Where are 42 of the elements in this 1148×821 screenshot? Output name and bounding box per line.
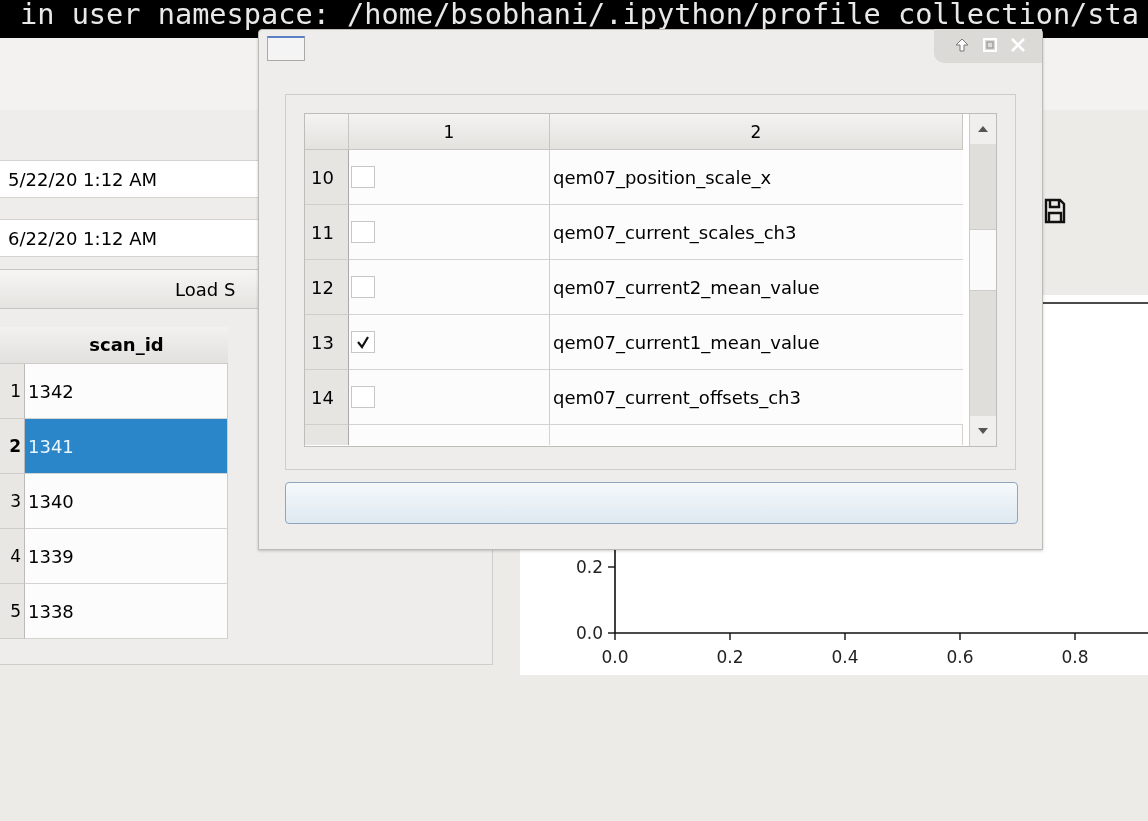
scroll-down-icon[interactable] [977, 427, 989, 435]
row-number: 2 [0, 419, 25, 474]
table-cell[interactable]: 1338 [25, 584, 228, 639]
row-number: 11 [305, 205, 349, 260]
arrow-up-icon[interactable] [954, 37, 970, 53]
row-number: 5 [0, 584, 25, 639]
checkbox[interactable] [351, 221, 375, 243]
row-number: 12 [305, 260, 349, 315]
tick-label: 0.0 [575, 623, 603, 643]
tick-label: 0.8 [1061, 647, 1089, 667]
table-cell[interactable]: 1342 [25, 364, 228, 419]
checkbox[interactable] [351, 331, 375, 353]
checkbox[interactable] [351, 386, 375, 408]
terminal-text: in user namespace: /home/bsobhani/.ipython/profile_collection/sta [20, 0, 1139, 28]
column-header[interactable]: 1 [349, 114, 550, 150]
scrollbar-thumb[interactable] [970, 229, 996, 291]
row-number: 1 [0, 364, 25, 419]
close-icon[interactable] [1010, 37, 1026, 53]
tick-label: 0.6 [946, 647, 974, 667]
scrollbar[interactable] [969, 114, 996, 446]
checkbox[interactable] [351, 166, 375, 188]
row-number: 3 [0, 474, 25, 529]
column-header[interactable]: 2 [550, 114, 963, 150]
table-cell[interactable]: 1340 [25, 474, 228, 529]
scroll-up-icon[interactable] [977, 125, 989, 133]
checkbox[interactable] [351, 276, 375, 298]
dialog-button[interactable] [285, 482, 1018, 524]
tick-label: 0.0 [601, 647, 629, 667]
column-header[interactable]: scan_id [25, 327, 228, 364]
tick-label: 0.2 [575, 557, 603, 577]
table-cell[interactable]: 1341 [25, 419, 228, 474]
table-cell[interactable]: 1339 [25, 529, 228, 584]
row-number: 4 [0, 529, 25, 584]
window-icon [267, 36, 305, 61]
tick-label: 0.4 [831, 647, 859, 667]
row-number: 10 [305, 150, 349, 205]
row-number: 14 [305, 370, 349, 425]
maximize-icon[interactable] [982, 37, 998, 53]
checkmark-icon [356, 335, 370, 349]
save-icon[interactable] [1044, 198, 1066, 224]
row-number: 13 [305, 315, 349, 370]
tick-label: 0.2 [716, 647, 744, 667]
